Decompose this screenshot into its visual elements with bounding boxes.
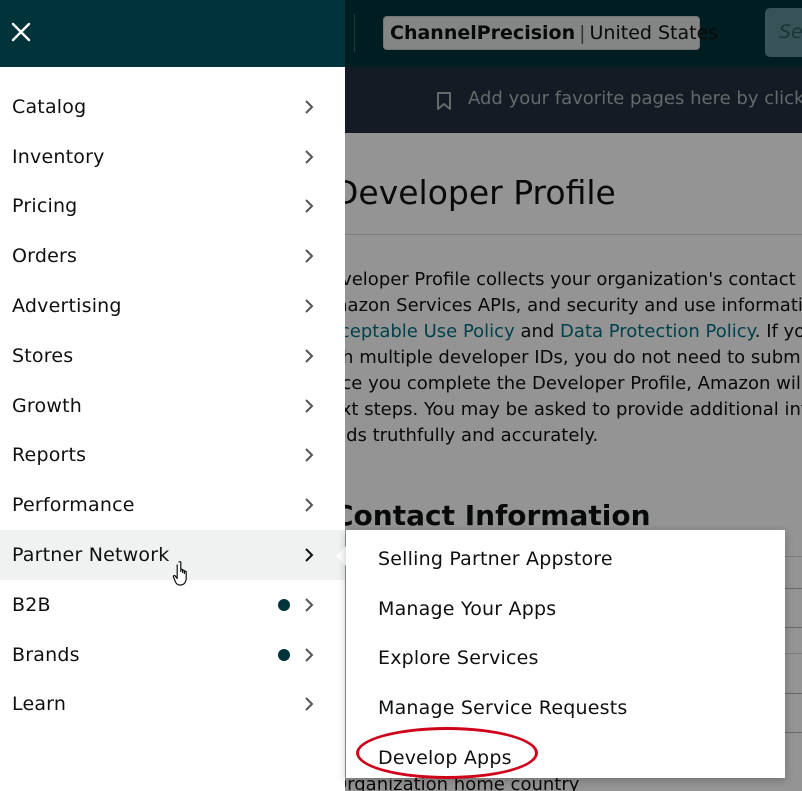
chevron-right-icon bbox=[305, 100, 314, 114]
drawer-header bbox=[0, 0, 345, 67]
submenu-item-manage-service-requests[interactable]: Manage Service Requests bbox=[346, 683, 785, 733]
nav-item-label: B2B bbox=[12, 593, 51, 616]
nav-item-label: Growth bbox=[12, 394, 82, 417]
nav-item-orders[interactable]: Orders bbox=[0, 231, 345, 281]
chevron-right-icon bbox=[305, 697, 314, 712]
chevron-right-icon bbox=[305, 149, 314, 164]
chevron-right-icon bbox=[305, 398, 314, 413]
hand-pointer-cursor-icon bbox=[172, 561, 187, 586]
chevron-right-icon bbox=[305, 598, 314, 612]
nav-item-brands[interactable]: Brands bbox=[0, 630, 345, 680]
nav-item-label: Partner Network bbox=[12, 544, 170, 567]
nav-item-performance[interactable]: Performance bbox=[0, 480, 345, 530]
nav-item-learn[interactable]: Learn bbox=[0, 680, 345, 730]
chevron-right-icon bbox=[305, 249, 314, 263]
submenu-item-label: Selling Partner Appstore bbox=[378, 547, 613, 570]
submenu-item-selling-partner-appstore[interactable]: Selling Partner Appstore bbox=[346, 534, 785, 584]
new-indicator-dot bbox=[278, 648, 290, 661]
nav-item-label: Stores bbox=[12, 344, 74, 367]
nav-item-label: Orders bbox=[12, 245, 78, 268]
nav-item-stores[interactable]: Stores bbox=[0, 331, 345, 381]
side-navigation-drawer: Catalog Inventory Pricing Orders Adverti… bbox=[0, 0, 345, 791]
nav-item-label: Advertising bbox=[12, 295, 122, 318]
nav-item-label: Performance bbox=[12, 494, 135, 517]
nav-item-growth[interactable]: Growth bbox=[0, 381, 345, 431]
nav-item-label: Reports bbox=[12, 444, 87, 467]
nav-item-label: Pricing bbox=[12, 195, 78, 218]
chevron-right-icon bbox=[305, 448, 314, 463]
nav-item-catalog[interactable]: Catalog bbox=[0, 82, 345, 132]
chevron-right-icon bbox=[305, 199, 314, 214]
nav-item-inventory[interactable]: Inventory bbox=[0, 132, 345, 182]
submenu-item-manage-your-apps[interactable]: Manage Your Apps bbox=[346, 584, 785, 634]
submenu-item-label: Manage Service Requests bbox=[378, 697, 628, 720]
nav-item-advertising[interactable]: Advertising bbox=[0, 281, 345, 331]
nav-item-label: Catalog bbox=[12, 95, 87, 118]
chevron-right-icon bbox=[305, 498, 314, 512]
chevron-right-icon bbox=[305, 647, 314, 662]
nav-item-label: Brands bbox=[12, 643, 80, 666]
nav-item-reports[interactable]: Reports bbox=[0, 431, 345, 481]
nav-item-label: Inventory bbox=[12, 145, 105, 168]
nav-menu: Catalog Inventory Pricing Orders Adverti… bbox=[0, 82, 345, 729]
chevron-right-icon bbox=[305, 548, 314, 562]
submenu-item-label: Manage Your Apps bbox=[378, 597, 557, 620]
submenu-item-label: Explore Services bbox=[378, 647, 539, 670]
annotation-highlight-ring bbox=[356, 727, 538, 779]
submenu-item-explore-services[interactable]: Explore Services bbox=[346, 634, 785, 684]
new-indicator-dot bbox=[278, 598, 290, 611]
nav-item-label: Learn bbox=[12, 693, 67, 716]
chevron-right-icon bbox=[305, 349, 314, 363]
chevron-right-icon bbox=[305, 299, 314, 313]
nav-item-pricing[interactable]: Pricing bbox=[0, 182, 345, 232]
close-icon[interactable] bbox=[9, 20, 33, 44]
